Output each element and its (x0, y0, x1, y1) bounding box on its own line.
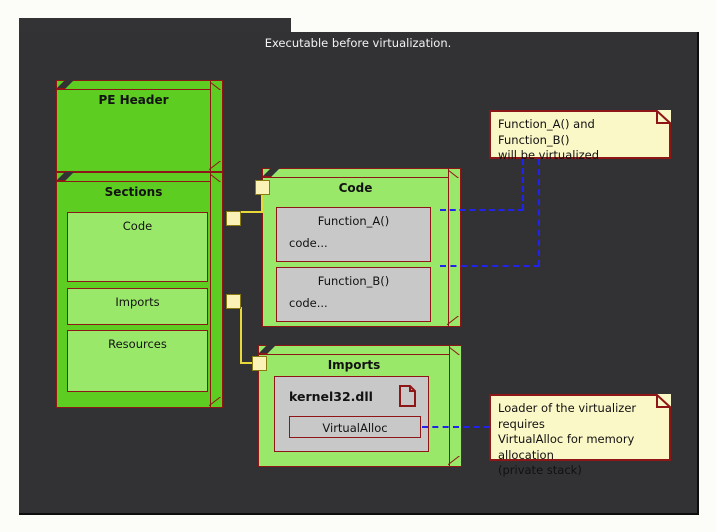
code-bevel-bottom-right (447, 316, 461, 327)
connector-anchor-code-box[interactable] (255, 180, 270, 195)
sections-item-resources-label: Resources (108, 337, 167, 351)
function-b-name: Function_B() (317, 274, 390, 288)
connector-line-code-horizontal (240, 211, 262, 213)
connector-anchor-sections-imports[interactable] (226, 294, 241, 309)
note-loader-virtualalloc[interactable]: Loader of the virtualizer requires Virtu… (489, 394, 671, 477)
connector-anchor-imports-box[interactable] (252, 356, 267, 371)
imports-box-side (449, 345, 462, 467)
virtualalloc-box[interactable]: VirtualAlloc (289, 416, 421, 438)
pe-header-title: PE Header (98, 93, 169, 107)
sections-box-side (210, 172, 223, 408)
diagram-title: Executable before virtualization. (264, 36, 452, 50)
note-virtualized-functions-text: Function_A() and Function_B() will be vi… (498, 117, 600, 162)
function-a-box[interactable]: Function_A() code... (276, 207, 431, 262)
pe-header-box-side (210, 80, 223, 172)
sections-item-resources[interactable]: Resources (67, 330, 208, 392)
connector-anchor-sections-code[interactable] (226, 211, 241, 226)
sections-title: Sections (104, 185, 163, 199)
sections-item-code[interactable]: Code (67, 212, 208, 282)
note-loader-virtualalloc-text: Loader of the virtualizer requires Virtu… (498, 401, 637, 477)
imports-bevel-top-right (449, 345, 462, 355)
sections-item-imports[interactable]: Imports (67, 288, 208, 325)
kernel32-dll-box[interactable]: kernel32.dll (274, 376, 429, 452)
note-virtualized-functions[interactable]: Function_A() and Function_B() will be vi… (489, 110, 671, 162)
diagram-canvas: Executable before virtualization. PE Hea… (0, 0, 716, 532)
function-a-name: Function_A() (317, 214, 390, 228)
sections-item-code-label: Code (122, 219, 153, 233)
imports-bevel-bottom-right (448, 456, 462, 467)
dependency-line-note1-a-vertical (522, 159, 524, 210)
connector-line-imports-vertical (240, 307, 242, 363)
sections-bevel-bottom-right (209, 397, 223, 408)
function-b-body: code... (289, 296, 328, 310)
code-box-title: Code (338, 181, 373, 195)
sections-item-imports-label: Imports (115, 295, 160, 309)
pe-header-bevel-bottom-right (209, 161, 223, 172)
dependency-line-note1-b-horizontal (440, 265, 540, 267)
virtualalloc-label: VirtualAlloc (322, 421, 388, 435)
sections-bevel-top-right (210, 172, 223, 182)
document-icon (399, 385, 416, 407)
code-bevel-top-right (448, 168, 461, 178)
function-b-box[interactable]: Function_B() code... (276, 267, 431, 322)
code-box-side (448, 168, 461, 327)
dependency-line-note2-virtualalloc (422, 426, 490, 428)
imports-box-title: Imports (327, 358, 381, 372)
pe-header-bevel-top-right (210, 80, 223, 90)
dependency-line-note1-a-horizontal (440, 209, 524, 211)
pe-header-box[interactable]: PE Header (56, 80, 223, 172)
window-tab (19, 18, 291, 33)
function-a-body: code... (289, 236, 328, 250)
dependency-line-note1-b-vertical (538, 159, 540, 266)
kernel32-dll-name: kernel32.dll (289, 389, 373, 404)
